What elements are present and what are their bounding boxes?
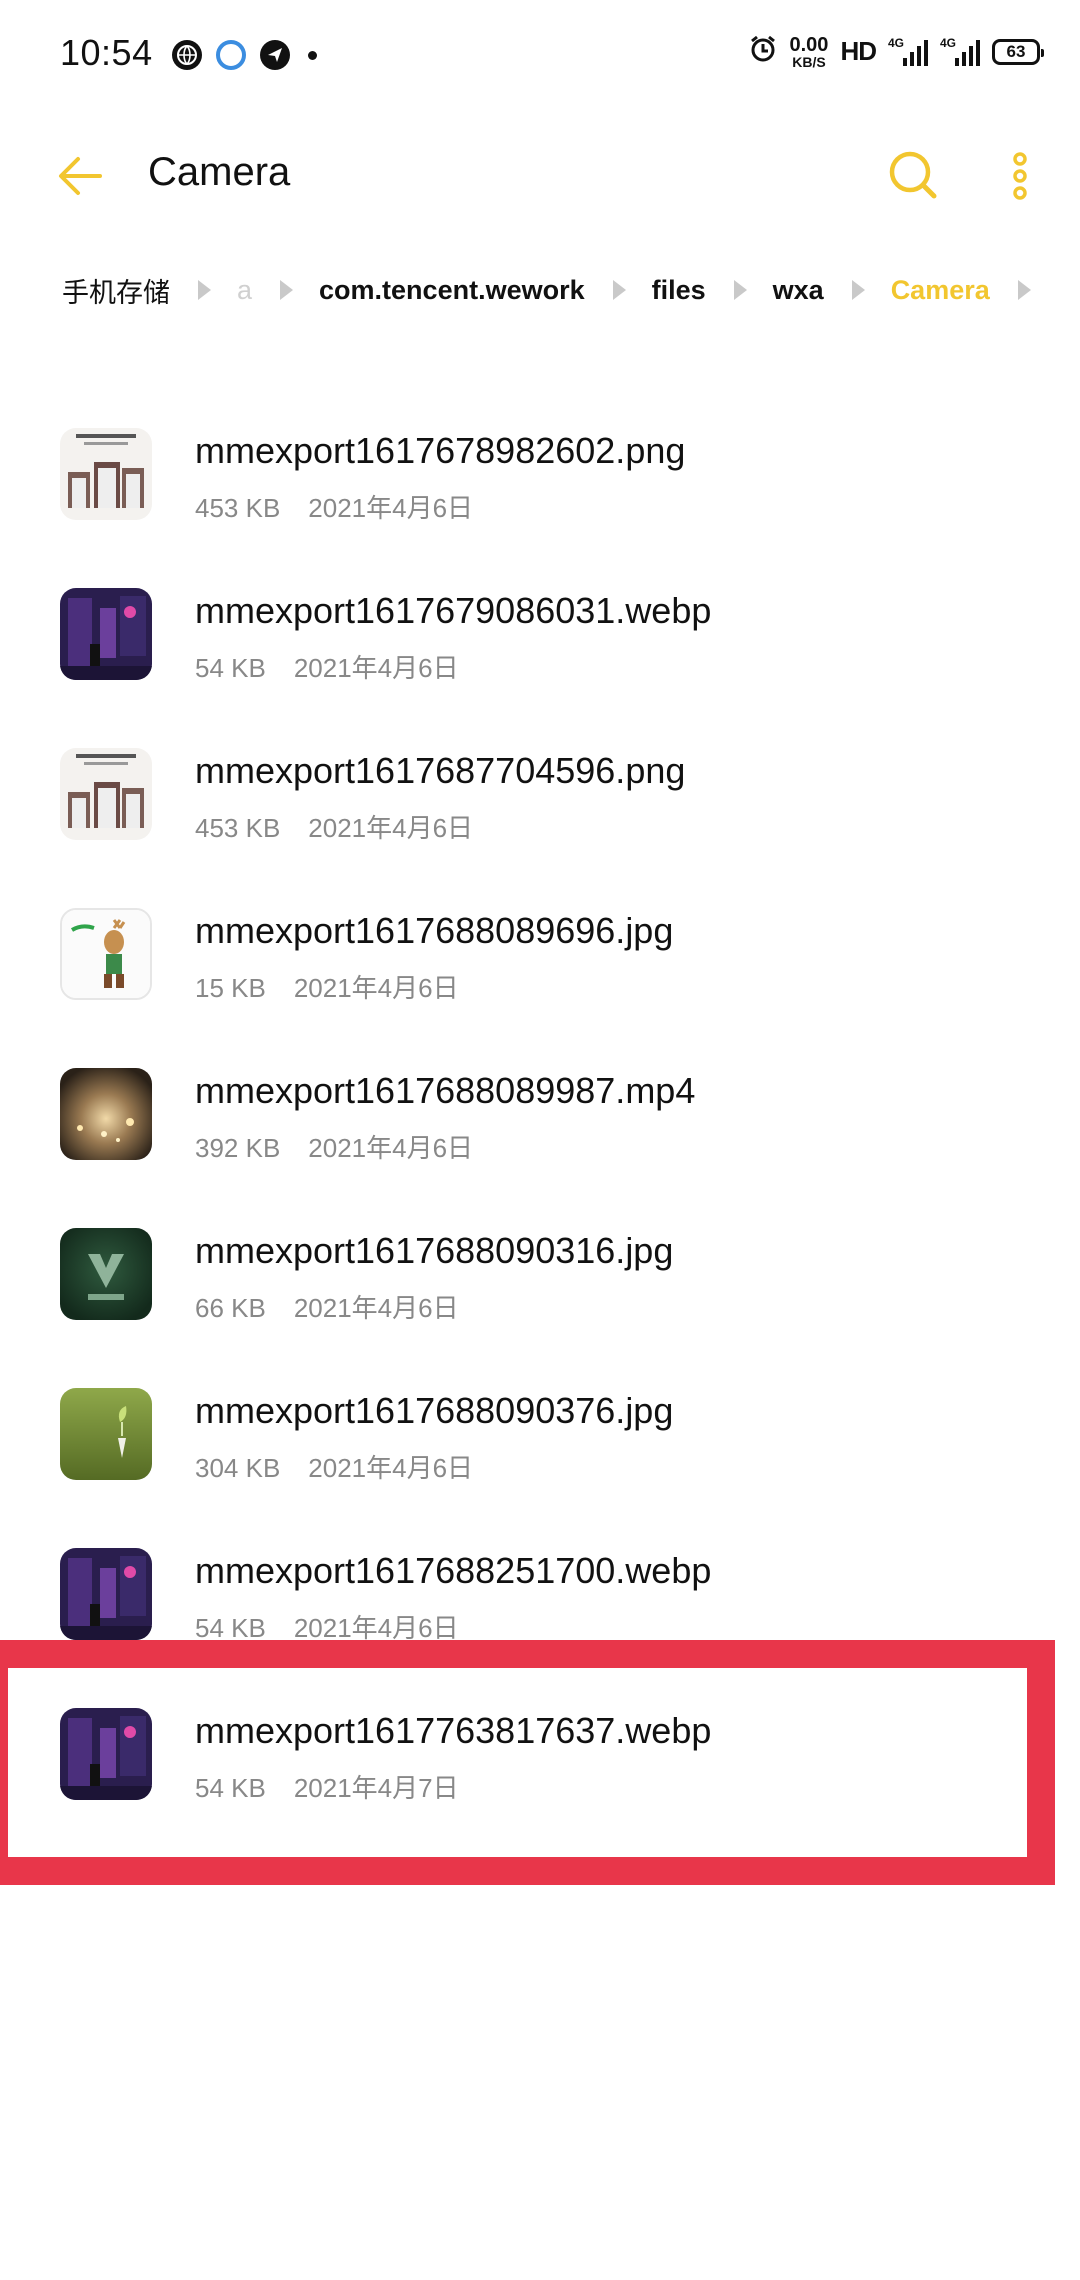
image-thumbnail <box>60 428 152 520</box>
breadcrumb-item-camera[interactable]: Camera <box>891 275 990 306</box>
file-row[interactable]: mmexport1617688251700.webp 54 KB 2021年4月6… <box>0 1520 1080 1680</box>
file-date: 2021年4月6日 <box>293 1293 459 1323</box>
file-date: 2021年4月6日 <box>308 1133 474 1163</box>
file-row[interactable]: mmexport1617688089696.jpg 15 KB 2021年4月6日 <box>0 880 1080 1040</box>
breadcrumb-item-a[interactable]: a <box>237 275 252 306</box>
file-name: mmexport1617687704596.png <box>195 750 686 791</box>
image-thumbnail <box>60 588 152 680</box>
file-name: mmexport1617688251700.webp <box>195 1550 712 1591</box>
net-speed-value: 0.00 <box>789 33 829 56</box>
status-bar: 10:54 0.00 KB/S HD 4G 4G 63 <box>0 0 1080 110</box>
file-name: mmexport1617678982602.png <box>195 430 686 471</box>
search-button[interactable] <box>880 142 946 208</box>
breadcrumb-item-files[interactable]: files <box>652 275 706 306</box>
more-options-button[interactable] <box>1000 142 1040 208</box>
file-name: mmexport1617763817637.webp <box>195 1710 712 1751</box>
status-right-icons: 0.00 KB/S HD 4G 4G 63 <box>748 34 1044 69</box>
file-size: 453 KB <box>195 493 281 523</box>
file-size: 304 KB <box>195 1453 281 1483</box>
image-thumbnail <box>60 1548 152 1640</box>
file-size: 66 KB <box>195 1293 266 1323</box>
notification-dot-icon <box>308 50 317 60</box>
file-name: mmexport1617679086031.webp <box>195 590 712 631</box>
image-thumbnail <box>60 1388 152 1480</box>
file-meta: 453 KB 2021年4月6日 <box>195 488 473 525</box>
signal-label: 4G <box>888 35 905 50</box>
file-size: 392 KB <box>195 1133 281 1163</box>
signal-icon: 4G <box>940 36 980 68</box>
breadcrumb-item-wxa[interactable]: wxa <box>773 275 824 306</box>
send-icon <box>260 40 290 70</box>
file-size: 453 KB <box>195 813 281 843</box>
file-date: 2021年4月6日 <box>308 493 474 523</box>
breadcrumb-item-wework[interactable]: com.tencent.wework <box>319 275 585 306</box>
file-name: mmexport1617688090316.jpg <box>195 1230 674 1271</box>
file-row[interactable]: mmexport1617678982602.png 453 KB 2021年4月6… <box>0 400 1080 560</box>
more-vertical-icon <box>1000 152 1040 212</box>
signal-label: 4G <box>940 35 957 50</box>
image-thumbnail <box>60 748 152 840</box>
file-row[interactable]: mmexport1617688090376.jpg 304 KB 2021年4月6… <box>0 1360 1080 1520</box>
signal-icon: 4G <box>888 36 928 68</box>
net-speed-unit: KB/S <box>792 53 826 70</box>
file-date: 2021年4月6日 <box>308 813 474 843</box>
hd-label: HD <box>840 36 877 66</box>
image-thumbnail <box>60 908 152 1000</box>
chevron-right-icon <box>851 280 865 300</box>
file-date: 2021年4月6日 <box>293 1613 459 1643</box>
file-row[interactable]: mmexport1617688089987.mp4 392 KB 2021年4月6… <box>0 1040 1080 1200</box>
chevron-right-icon <box>612 280 626 300</box>
image-thumbnail <box>60 1228 152 1320</box>
chevron-right-icon <box>1017 280 1031 300</box>
file-size: 54 KB <box>195 1773 266 1803</box>
file-meta: 453 KB 2021年4月6日 <box>195 808 473 845</box>
file-name: mmexport1617688089987.mp4 <box>195 1070 696 1111</box>
image-thumbnail <box>60 1708 152 1800</box>
file-date: 2021年4月6日 <box>293 973 459 1003</box>
file-meta: 304 KB 2021年4月6日 <box>195 1448 473 1485</box>
breadcrumb: 手机存储 a com.tencent.wework files wxa Came… <box>62 268 1057 312</box>
file-date: 2021年4月6日 <box>308 1453 474 1483</box>
file-name: mmexport1617688090376.jpg <box>195 1390 674 1431</box>
search-icon <box>880 151 946 212</box>
file-date: 2021年4月6日 <box>293 653 459 683</box>
file-date: 2021年4月7日 <box>293 1773 459 1803</box>
file-size: 54 KB <box>195 653 266 683</box>
file-size: 54 KB <box>195 1613 266 1643</box>
status-left-icons <box>172 40 317 70</box>
file-meta: 54 KB 2021年4月7日 <box>195 1768 459 1805</box>
chevron-right-icon <box>198 280 211 300</box>
file-meta: 66 KB 2021年4月6日 <box>195 1288 459 1325</box>
toolbar: Camera <box>0 120 1080 230</box>
status-time: 10:54 <box>60 32 153 73</box>
edge-browser-icon <box>216 40 246 70</box>
net-speed: 0.00 KB/S <box>790 35 829 69</box>
chevron-right-icon <box>280 280 294 300</box>
back-button[interactable] <box>52 146 112 206</box>
battery-icon: 63 <box>992 38 1044 65</box>
globe-icon <box>172 40 202 70</box>
file-name: mmexport1617688089696.jpg <box>195 910 674 951</box>
file-meta: 54 KB 2021年4月6日 <box>195 648 459 685</box>
page-title: Camera <box>148 150 291 194</box>
file-size: 15 KB <box>195 973 266 1003</box>
breadcrumb-item-phone-storage[interactable]: 手机存储 <box>62 271 170 310</box>
chevron-right-icon <box>733 280 747 300</box>
file-row[interactable]: mmexport1617763817637.webp 54 KB 2021年4月7… <box>0 1680 1080 1840</box>
file-meta: 392 KB 2021年4月6日 <box>195 1128 473 1165</box>
file-row[interactable]: mmexport1617688090316.jpg 66 KB 2021年4月6日 <box>0 1200 1080 1360</box>
alarm-icon <box>748 34 778 69</box>
file-meta: 15 KB 2021年4月6日 <box>195 968 459 1005</box>
file-row[interactable]: mmexport1617679086031.webp 54 KB 2021年4月6… <box>0 560 1080 720</box>
file-row[interactable]: mmexport1617687704596.png 453 KB 2021年4月6… <box>0 720 1080 880</box>
arrow-left-icon <box>52 157 112 210</box>
file-meta: 54 KB 2021年4月6日 <box>195 1608 459 1645</box>
video-thumbnail <box>60 1068 152 1160</box>
